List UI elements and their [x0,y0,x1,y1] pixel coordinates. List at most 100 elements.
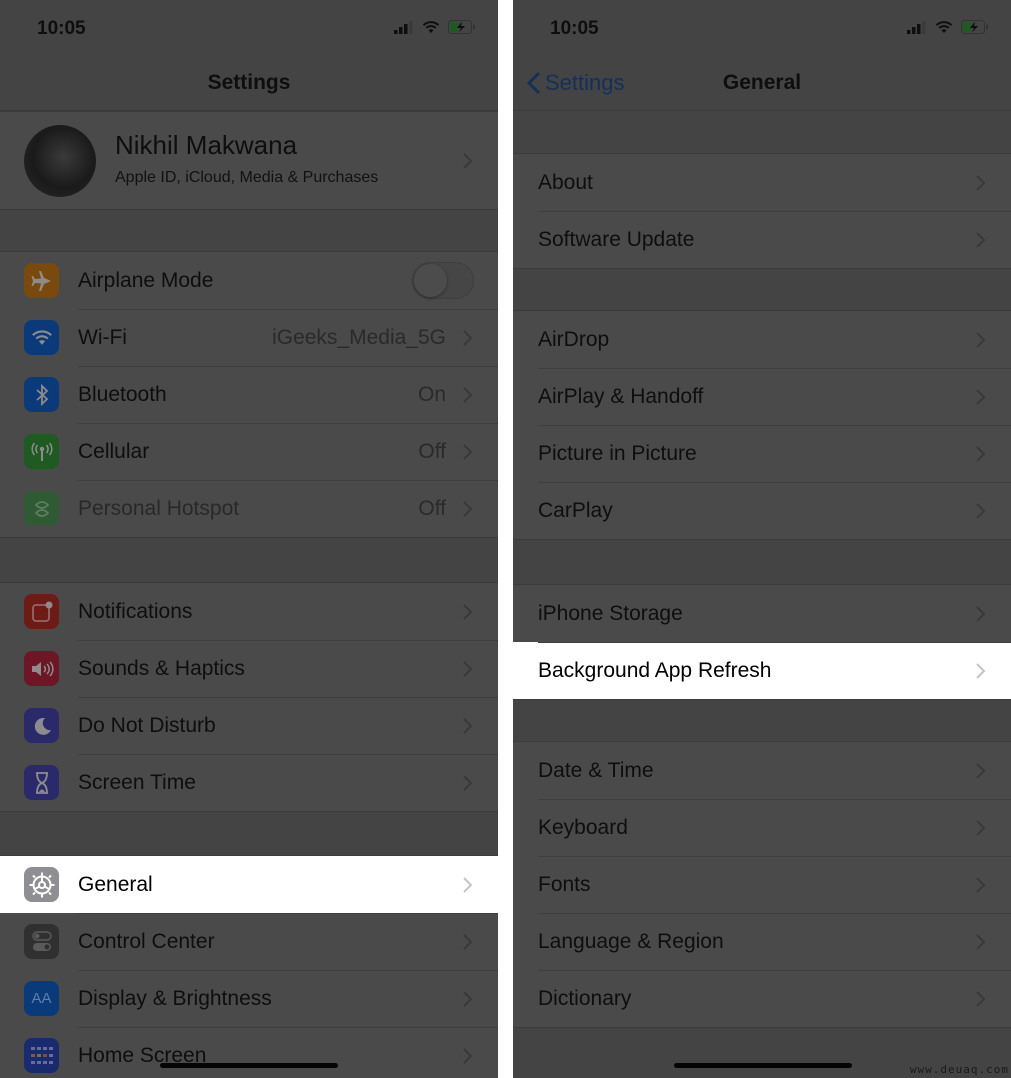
row-label: Cellular [78,439,150,463]
about-group: About Software Update [513,153,1011,269]
status-bar: 10:05 [0,0,498,60]
row-label: AirDrop [538,327,610,351]
row-cellular[interactable]: Cellular Off [0,423,498,480]
row-date-time[interactable]: Date & Time [513,742,1011,799]
airdrop-group: AirDrop AirPlay & Handoff Picture in Pic… [513,310,1011,540]
row-label: Fonts [538,872,591,896]
row-airdrop[interactable]: AirDrop [513,311,1011,368]
row-label: Wi-Fi [78,325,127,349]
row-home-screen[interactable]: Home Screen [0,1027,498,1078]
row-label: Airplane Mode [78,268,214,292]
row-sounds-haptics[interactable]: Sounds & Haptics [0,640,498,697]
row-label: Display & Brightness [78,986,272,1010]
profile-group: Nikhil Makwana Apple ID, iCloud, Media &… [0,111,498,210]
chevron-right-icon [976,388,986,405]
row-label: Personal Hotspot [78,496,240,520]
chevron-right-icon [976,231,986,248]
status-bar: 10:05 [513,0,1011,60]
chevron-right-icon [463,990,473,1007]
watermark: www.deuaq.com [909,1063,1009,1076]
home-indicator[interactable] [674,1063,852,1068]
row-picture-in-picture[interactable]: Picture in Picture [513,425,1011,482]
battery-charging-icon [448,20,475,34]
general-group: General Control Center AA Display & Brig… [0,855,498,1078]
speaker-icon [24,651,59,686]
chevron-right-icon [463,876,473,893]
status-time: 10:05 [37,18,86,39]
airplane-mode-toggle[interactable] [412,262,474,299]
row-general[interactable]: General [0,856,498,913]
settings-screen: 10:05 Settings Nikhil Makwana Apple ID, … [0,0,498,1078]
row-label: Screen Time [78,770,196,794]
row-language-region[interactable]: Language & Region [513,913,1011,970]
row-label: Keyboard [538,815,628,839]
row-control-center[interactable]: Control Center [0,913,498,970]
airplane-icon [24,263,59,298]
chevron-right-icon [976,933,986,950]
chevron-right-icon [976,662,986,679]
row-keyboard[interactable]: Keyboard [513,799,1011,856]
row-notifications[interactable]: Notifications [0,583,498,640]
chevron-right-icon [463,1047,473,1064]
row-about[interactable]: About [513,154,1011,211]
row-label: Picture in Picture [538,441,697,465]
chevron-right-icon [976,174,986,191]
storage-group: iPhone Storage Background App Refresh [513,584,1011,700]
hourglass-icon [24,765,59,800]
chevron-right-icon [463,152,473,169]
home-indicator[interactable] [160,1063,338,1068]
row-label: CarPlay [538,498,613,522]
chevron-right-icon [463,717,473,734]
chevron-right-icon [976,990,986,1007]
row-fonts[interactable]: Fonts [513,856,1011,913]
chevron-right-icon [976,445,986,462]
row-label: Notifications [78,599,193,623]
chevron-right-icon [976,331,986,348]
text-size-icon: AA [24,981,59,1016]
row-label: About [538,170,593,194]
apple-id-row[interactable]: Nikhil Makwana Apple ID, iCloud, Media &… [0,112,498,209]
row-bluetooth[interactable]: Bluetooth On [0,366,498,423]
switches-icon [24,924,59,959]
row-iphone-storage[interactable]: iPhone Storage [513,585,1011,642]
row-airplay-handoff[interactable]: AirPlay & Handoff [513,368,1011,425]
row-label: Software Update [538,227,695,251]
row-label: Language & Region [538,929,724,953]
row-personal-hotspot[interactable]: Personal Hotspot Off [0,480,498,537]
row-label: Dictionary [538,986,632,1010]
row-label: Sounds & Haptics [78,656,245,680]
bluetooth-value: On [417,382,446,406]
chevron-right-icon [463,329,473,346]
signal-icon [907,20,926,34]
gear-icon [24,867,59,902]
row-carplay[interactable]: CarPlay [513,482,1011,539]
grid-icon [24,1038,59,1073]
profile-name: Nikhil Makwana [115,130,298,160]
chevron-right-icon [976,502,986,519]
chevron-right-icon [463,603,473,620]
moon-icon [24,708,59,743]
row-do-not-disturb[interactable]: Do Not Disturb [0,697,498,754]
row-wifi[interactable]: Wi-Fi iGeeks_Media_5G [0,309,498,366]
row-display-brightness[interactable]: AA Display & Brightness [0,970,498,1027]
row-airplane-mode[interactable]: Airplane Mode [0,252,498,309]
row-label: Background App Refresh [538,658,772,682]
row-label: Do Not Disturb [78,713,216,737]
general-screen: 10:05 Settings General About Software Up… [513,0,1011,1078]
row-screen-time[interactable]: Screen Time [0,754,498,811]
signal-icon [394,20,413,34]
chevron-right-icon [463,933,473,950]
bluetooth-icon [24,377,59,412]
chevron-right-icon [976,819,986,836]
chevron-right-icon [976,876,986,893]
row-label: General [78,872,153,896]
row-dictionary[interactable]: Dictionary [513,970,1011,1027]
row-label: iPhone Storage [538,601,683,625]
battery-charging-icon [961,20,988,34]
notifications-group: Notifications Sounds & Haptics Do Not Di… [0,582,498,812]
chevron-right-icon [463,774,473,791]
row-background-app-refresh[interactable]: Background App Refresh [513,642,1011,699]
row-software-update[interactable]: Software Update [513,211,1011,268]
nav-bar: Settings General [513,60,1011,111]
chevron-right-icon [976,762,986,779]
